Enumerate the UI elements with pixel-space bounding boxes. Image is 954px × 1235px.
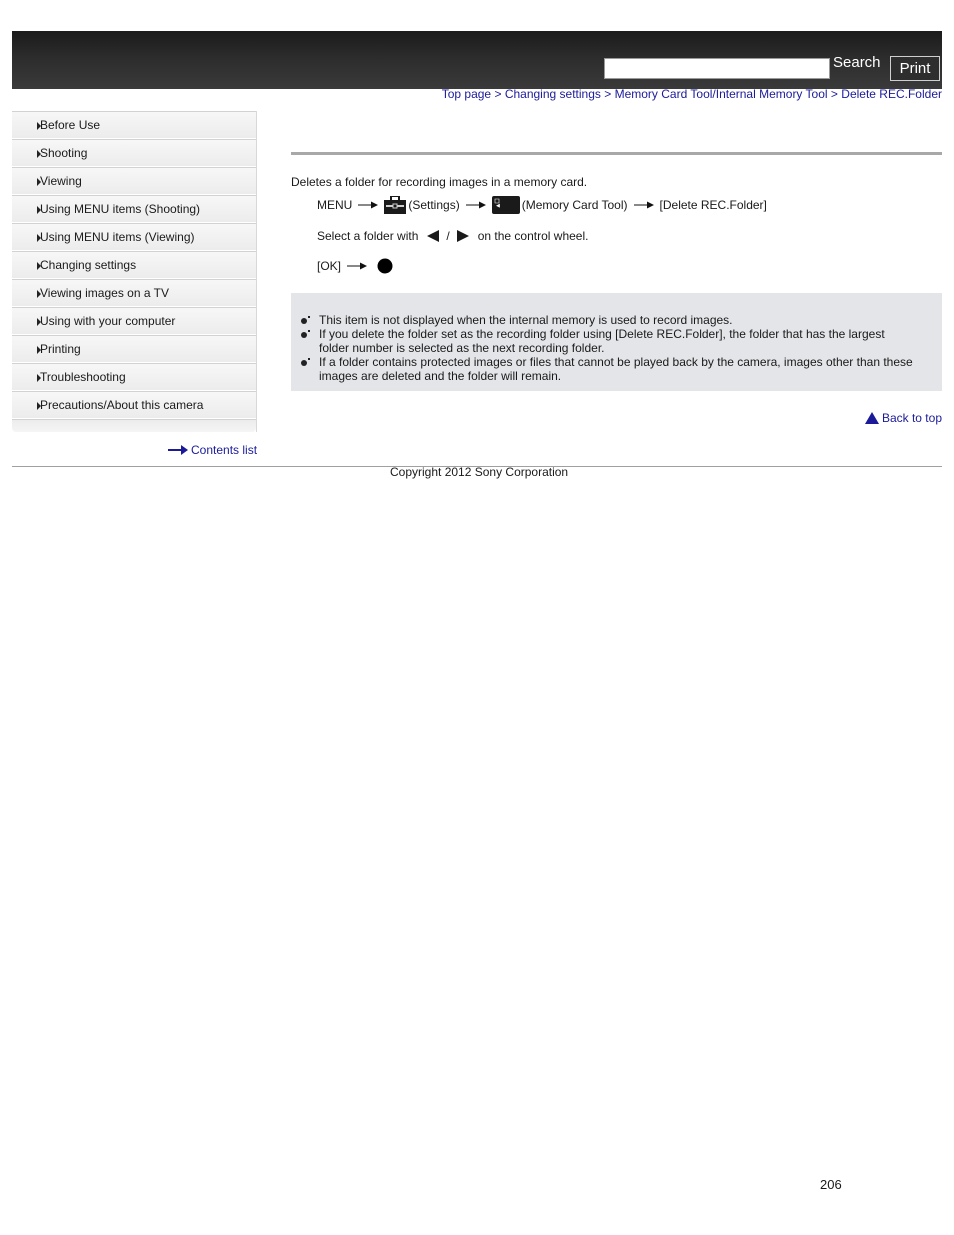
note-text: If you delete the folder set as the reco…: [319, 327, 885, 355]
breadcrumb-top-page[interactable]: Top page: [442, 87, 491, 101]
page-description: Deletes a folder for recording images in…: [291, 175, 588, 189]
sidebar-item-computer[interactable]: Using with your computer: [12, 307, 256, 335]
search-input[interactable]: [604, 58, 830, 79]
sidebar-item-printing[interactable]: Printing: [12, 335, 256, 363]
arrow-right-icon: [358, 201, 379, 209]
triangle-right-icon: [37, 318, 41, 326]
arrow-right-icon: [168, 445, 188, 455]
notes-list: This item is not displayed when the inte…: [301, 313, 916, 383]
sidebar-item-menu-shooting[interactable]: Using MENU items (Shooting): [12, 195, 256, 223]
contents-list-link[interactable]: Contents list: [168, 443, 257, 457]
sidebar-item-viewing-tv[interactable]: Viewing images on a TV: [12, 279, 256, 307]
sidebar-item-label: Printing: [40, 342, 81, 356]
print-button[interactable]: Print: [890, 56, 940, 81]
ok-label: [OK]: [317, 259, 342, 273]
sidebar-item-label: Viewing images on a TV: [40, 286, 169, 300]
note-item: If a folder contains protected images or…: [301, 355, 916, 383]
breadcrumb-changing-settings[interactable]: Changing settings: [505, 87, 601, 101]
triangle-right-icon: [37, 402, 41, 410]
notes-box: This item is not displayed when the inte…: [291, 293, 942, 391]
arrow-right-icon: [347, 262, 368, 270]
sidebar-item-label: Using MENU items (Viewing): [40, 230, 195, 244]
sidebar-item-label: Precautions/About this camera: [40, 398, 204, 412]
triangle-right-icon: [37, 150, 41, 158]
breadcrumb-separator: >: [830, 87, 838, 101]
bullet-icon: [301, 330, 310, 338]
sidebar-item-label: Viewing: [40, 174, 82, 188]
select-folder-label: Select a folder with: [317, 229, 419, 243]
bullet-icon: [301, 358, 310, 366]
triangle-right-icon: [37, 374, 41, 382]
note-text: If a folder contains protected images or…: [319, 355, 913, 383]
sidebar-nav: Before Use Shooting Viewing Using MENU i…: [12, 111, 257, 432]
sidebar-item-changing-settings[interactable]: Changing settings: [12, 251, 256, 279]
breadcrumb-separator: >: [604, 87, 612, 101]
triangle-right-icon: [37, 234, 41, 242]
triangle-right-icon: [37, 206, 41, 214]
breadcrumb-separator: >: [494, 87, 502, 101]
step-1: MENU (Settings) ◀ (Memory Card Tool) [De…: [317, 196, 767, 214]
sidebar-item-precautions[interactable]: Precautions/About this camera: [12, 391, 256, 419]
svg-text:◀: ◀: [496, 203, 500, 209]
sidebar-item-shooting[interactable]: Shooting: [12, 139, 256, 167]
copyright-text: Copyright 2012 Sony Corporation: [390, 465, 569, 479]
bullet-icon: [301, 316, 310, 324]
note-item: If you delete the folder set as the reco…: [301, 327, 916, 355]
sidebar-item-label: Shooting: [40, 146, 88, 160]
sidebar-item-label: Using MENU items (Shooting): [40, 202, 201, 216]
contents-list-label: Contents list: [191, 443, 258, 457]
sidebar-item-label: Troubleshooting: [40, 370, 126, 384]
sidebar-item-viewing[interactable]: Viewing: [12, 167, 256, 195]
sidebar-footer: [12, 419, 256, 432]
triangle-right-icon: [37, 122, 41, 130]
back-to-top-link[interactable]: Back to top: [864, 411, 942, 425]
page-number: 206: [820, 1177, 842, 1192]
memory-card-icon: ◀: [491, 196, 520, 214]
sidebar-item-label: Using with your computer: [40, 314, 176, 328]
sidebar-item-label: Before Use: [40, 118, 101, 132]
settings-label: (Settings): [408, 198, 460, 212]
step-2: Select a folder with / on the control wh…: [317, 229, 588, 243]
note-text: This item is not displayed when the inte…: [319, 313, 733, 327]
sidebar-item-before-use[interactable]: Before Use: [12, 111, 256, 139]
delete-rec-folder-label: [Delete REC.Folder]: [659, 198, 767, 212]
control-wheel-label: on the control wheel.: [477, 229, 589, 243]
memory-card-tool-label: (Memory Card Tool): [521, 198, 628, 212]
breadcrumb-delete-rec-folder[interactable]: Delete REC.Folder: [841, 87, 942, 101]
triangle-right-icon: [37, 290, 41, 298]
arrow-right-icon: [633, 201, 654, 209]
step-3: [OK]: [317, 258, 393, 274]
title-divider: [291, 152, 942, 155]
arrow-right-icon: [465, 201, 486, 209]
sidebar-item-label: Changing settings: [40, 258, 137, 272]
wheel-left-icon: [427, 230, 440, 242]
breadcrumb-memory-card-tool[interactable]: Memory Card Tool/Internal Memory Tool: [615, 87, 828, 101]
breadcrumb: Top page > Changing settings > Memory Ca…: [442, 87, 942, 101]
toolbox-settings-icon: [384, 196, 407, 214]
menu-label: MENU: [317, 198, 353, 212]
note-item: This item is not displayed when the inte…: [301, 313, 916, 327]
sidebar-item-menu-viewing[interactable]: Using MENU items (Viewing): [12, 223, 256, 251]
sidebar-item-troubleshooting[interactable]: Troubleshooting: [12, 363, 256, 391]
triangle-right-icon: [37, 262, 41, 270]
triangle-right-icon: [37, 346, 41, 354]
search-button[interactable]: Search: [833, 54, 881, 71]
back-to-top-label: Back to top: [881, 411, 942, 425]
center-button-icon: [377, 258, 393, 274]
triangle-right-icon: [37, 178, 41, 186]
wheel-right-icon: [456, 230, 469, 242]
slash-separator: /: [446, 229, 450, 243]
triangle-up-icon: [864, 412, 879, 424]
